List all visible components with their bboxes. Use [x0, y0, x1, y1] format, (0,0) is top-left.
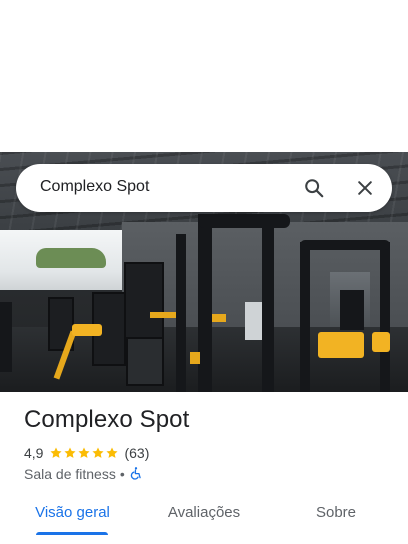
photo-rack-top: [300, 240, 390, 250]
close-icon[interactable]: [349, 172, 381, 204]
photo-rack-post: [380, 242, 390, 392]
photo-rack-top: [198, 214, 290, 228]
rating-value: 4,9: [24, 445, 44, 461]
photo-yellow-seat: [318, 332, 364, 358]
category-row: Sala de fitness •: [24, 465, 143, 483]
photo-yellow-pad: [212, 314, 226, 322]
category-separator: •: [119, 466, 125, 482]
photo-yellow-seat: [372, 332, 390, 352]
photo-rack-post: [176, 234, 186, 392]
photo-rack-post: [198, 214, 212, 392]
place-category: Sala de fitness: [24, 466, 116, 482]
photo-rack-post: [262, 222, 274, 392]
photo-weight-stack: [340, 290, 364, 330]
search-input[interactable]: Complexo Spot: [40, 178, 149, 196]
photo-yellow-bar: [150, 312, 178, 318]
place-title: Complexo Spot: [24, 406, 190, 433]
tab-overview-label: Visão geral: [35, 504, 110, 521]
star-icon: [64, 447, 77, 458]
photo-rack-post: [300, 242, 310, 392]
active-tab-indicator: [36, 532, 108, 535]
wheelchair-icon: [129, 466, 143, 483]
tab-overview[interactable]: Visão geral: [35, 504, 110, 521]
star-icon: [78, 447, 91, 458]
photo-trees: [36, 248, 106, 268]
star-icon: [50, 447, 63, 458]
photo-yellow-seat: [72, 324, 102, 336]
tab-reviews[interactable]: Avaliações: [164, 504, 244, 521]
search-bar[interactable]: Complexo Spot: [16, 164, 392, 212]
photo-yellow-pad: [190, 352, 200, 364]
star-icon: [106, 447, 119, 458]
tab-reviews-label: Avaliações: [167, 504, 241, 521]
photo-machine: [126, 337, 164, 386]
tab-about-label: Sobre: [315, 504, 357, 521]
photo-machine-edge: [0, 302, 12, 372]
rating-stars: [49, 446, 119, 460]
review-count[interactable]: (63): [124, 445, 149, 461]
blank-area: [0, 0, 408, 152]
tab-about[interactable]: Sobre: [310, 504, 362, 521]
place-tabs: Visão geral Avaliações Sobre: [0, 494, 408, 544]
search-icon[interactable]: [298, 172, 330, 204]
rating-row[interactable]: 4,9 (63): [24, 444, 149, 462]
star-icon: [92, 447, 105, 458]
